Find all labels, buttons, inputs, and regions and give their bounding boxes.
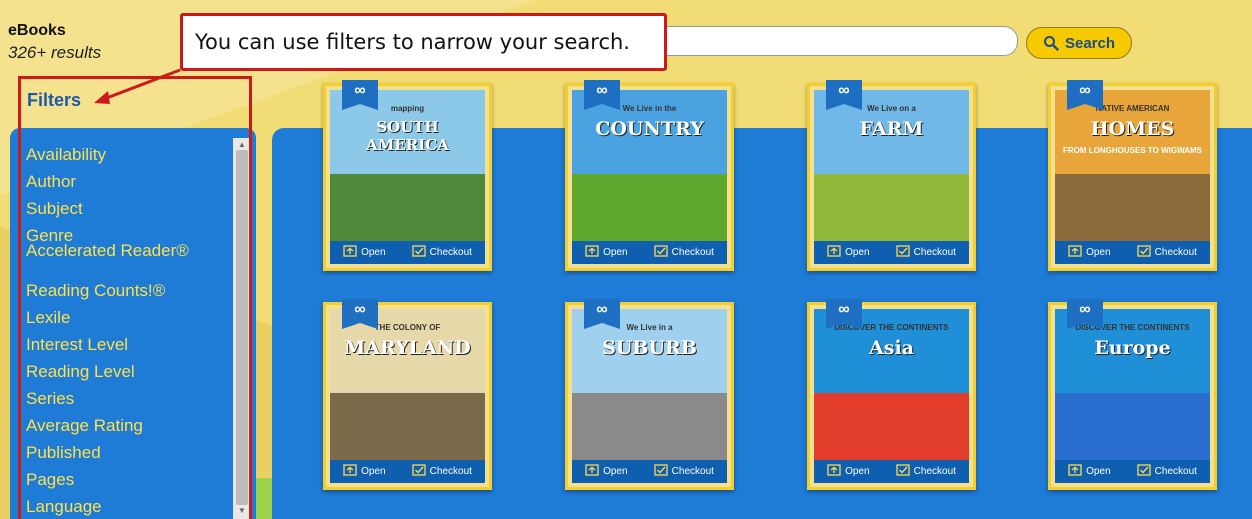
open-button[interactable]: Open (827, 464, 870, 479)
cover-title: MARYLAND (344, 337, 471, 359)
page-title: eBooks (8, 22, 66, 39)
cover-title: FARM (859, 118, 924, 140)
checkout-label: Checkout (913, 247, 956, 258)
checkout-icon (896, 464, 910, 479)
cover-ground (1055, 393, 1210, 462)
open-label: Open (845, 247, 870, 258)
checkout-button[interactable]: Checkout (1137, 464, 1197, 479)
open-button[interactable]: Open (1068, 464, 1111, 479)
cover-subline: FROM LONGHOUSES TO WIGWAMS (1063, 146, 1202, 155)
checkout-icon (1137, 464, 1151, 479)
checkout-icon (412, 464, 426, 479)
open-label: Open (361, 466, 386, 477)
callout-text: You can use filters to narrow your searc… (195, 30, 630, 54)
book-card[interactable]: DISCOVER THE CONTINENTS Europe ∞ Open Checko… (1048, 299, 1217, 490)
open-button[interactable]: Open (343, 464, 386, 479)
checkout-label: Checkout (671, 247, 714, 258)
book-cover[interactable]: DISCOVER THE CONTINENTS Europe (1055, 309, 1210, 462)
open-button[interactable]: Open (585, 245, 628, 260)
checkout-label: Checkout (1154, 466, 1197, 477)
open-book-icon (585, 464, 599, 479)
book-cover[interactable]: NATIVE AMERICAN HOMES FROM LONGHOUSES TO W… (1055, 90, 1210, 243)
cover-ground (572, 174, 727, 243)
cover-title: SOUTH AMERICA (366, 118, 449, 154)
cover-ground (814, 393, 969, 462)
checkout-button[interactable]: Checkout (896, 245, 956, 260)
book-card[interactable]: We Live on a FARM ∞ Open Checkout (807, 80, 976, 271)
open-label: Open (845, 466, 870, 477)
checkout-label: Checkout (671, 466, 714, 477)
checkout-button[interactable]: Checkout (896, 464, 956, 479)
filters-highlight-box (18, 76, 252, 519)
book-cover[interactable]: mapping SOUTH AMERICA (330, 90, 485, 243)
cover-title: Asia (869, 337, 914, 359)
open-book-icon (827, 245, 841, 260)
book-action-bar: Open Checkout (1055, 460, 1210, 483)
book-action-bar: Open Checkout (814, 460, 969, 483)
checkout-icon (1137, 245, 1151, 260)
book-action-bar: Open Checkout (330, 460, 485, 483)
cover-title: SUBURB (602, 337, 697, 359)
cover-ground (572, 393, 727, 462)
checkout-label: Checkout (913, 466, 956, 477)
checkout-button[interactable]: Checkout (654, 464, 714, 479)
search-button-label: Search (1064, 34, 1116, 52)
checkout-icon (412, 245, 426, 260)
checkout-button[interactable]: Checkout (412, 245, 472, 260)
book-action-bar: Open Checkout (814, 241, 969, 264)
book-action-bar: Open Checkout (1055, 241, 1210, 264)
open-label: Open (1086, 247, 1111, 258)
open-label: Open (361, 247, 386, 258)
open-book-icon (1068, 245, 1082, 260)
open-button[interactable]: Open (585, 464, 628, 479)
open-book-icon (585, 245, 599, 260)
green-accent-strip (256, 478, 272, 519)
checkout-icon (896, 245, 910, 260)
open-book-icon (827, 464, 841, 479)
checkout-button[interactable]: Checkout (412, 464, 472, 479)
book-card[interactable]: We Live in a SUBURB ∞ Open Checkout (565, 299, 734, 490)
checkout-icon (654, 464, 668, 479)
cover-ground (330, 174, 485, 243)
checkout-label: Checkout (1154, 247, 1197, 258)
open-label: Open (603, 247, 628, 258)
book-card[interactable]: We Live in the COUNTRY ∞ Open Checkout (565, 80, 734, 271)
book-card[interactable]: mapping SOUTH AMERICA ∞ Open Checkout (323, 80, 492, 271)
open-button[interactable]: Open (343, 245, 386, 260)
cover-title: HOMES (1090, 118, 1175, 140)
book-card[interactable]: THE COLONY OF MARYLAND ∞ Open Checkout (323, 299, 492, 490)
checkout-button[interactable]: Checkout (654, 245, 714, 260)
book-action-bar: Open Checkout (572, 460, 727, 483)
search-input[interactable] (640, 26, 1018, 56)
open-book-icon (343, 464, 357, 479)
book-cover[interactable]: We Live in the COUNTRY (572, 90, 727, 243)
cover-title: COUNTRY (595, 118, 704, 140)
cover-ground (330, 393, 485, 462)
open-book-icon (1068, 464, 1082, 479)
cover-ground (814, 174, 969, 243)
book-cover[interactable]: We Live in a SUBURB (572, 309, 727, 462)
cover-ground (1055, 174, 1210, 243)
book-cover[interactable]: THE COLONY OF MARYLAND (330, 309, 485, 462)
book-cover[interactable]: We Live on a FARM (814, 90, 969, 243)
open-book-icon (343, 245, 357, 260)
tutorial-callout: You can use filters to narrow your searc… (180, 13, 667, 71)
search-button[interactable]: Search (1026, 27, 1132, 59)
book-action-bar: Open Checkout (572, 241, 727, 264)
open-button[interactable]: Open (827, 245, 870, 260)
open-label: Open (1086, 466, 1111, 477)
open-button[interactable]: Open (1068, 245, 1111, 260)
checkout-button[interactable]: Checkout (1137, 245, 1197, 260)
cover-title: Europe (1094, 337, 1171, 359)
book-card[interactable]: NATIVE AMERICAN HOMES FROM LONGHOUSES TO W… (1048, 80, 1217, 271)
results-count: 326+ results (8, 43, 102, 62)
search-icon (1043, 36, 1059, 51)
open-label: Open (603, 466, 628, 477)
checkout-icon (654, 245, 668, 260)
checkout-label: Checkout (429, 247, 472, 258)
book-card[interactable]: DISCOVER THE CONTINENTS Asia ∞ Open Checkout (807, 299, 976, 490)
book-action-bar: Open Checkout (330, 241, 485, 264)
book-cover[interactable]: DISCOVER THE CONTINENTS Asia (814, 309, 969, 462)
checkout-label: Checkout (429, 466, 472, 477)
